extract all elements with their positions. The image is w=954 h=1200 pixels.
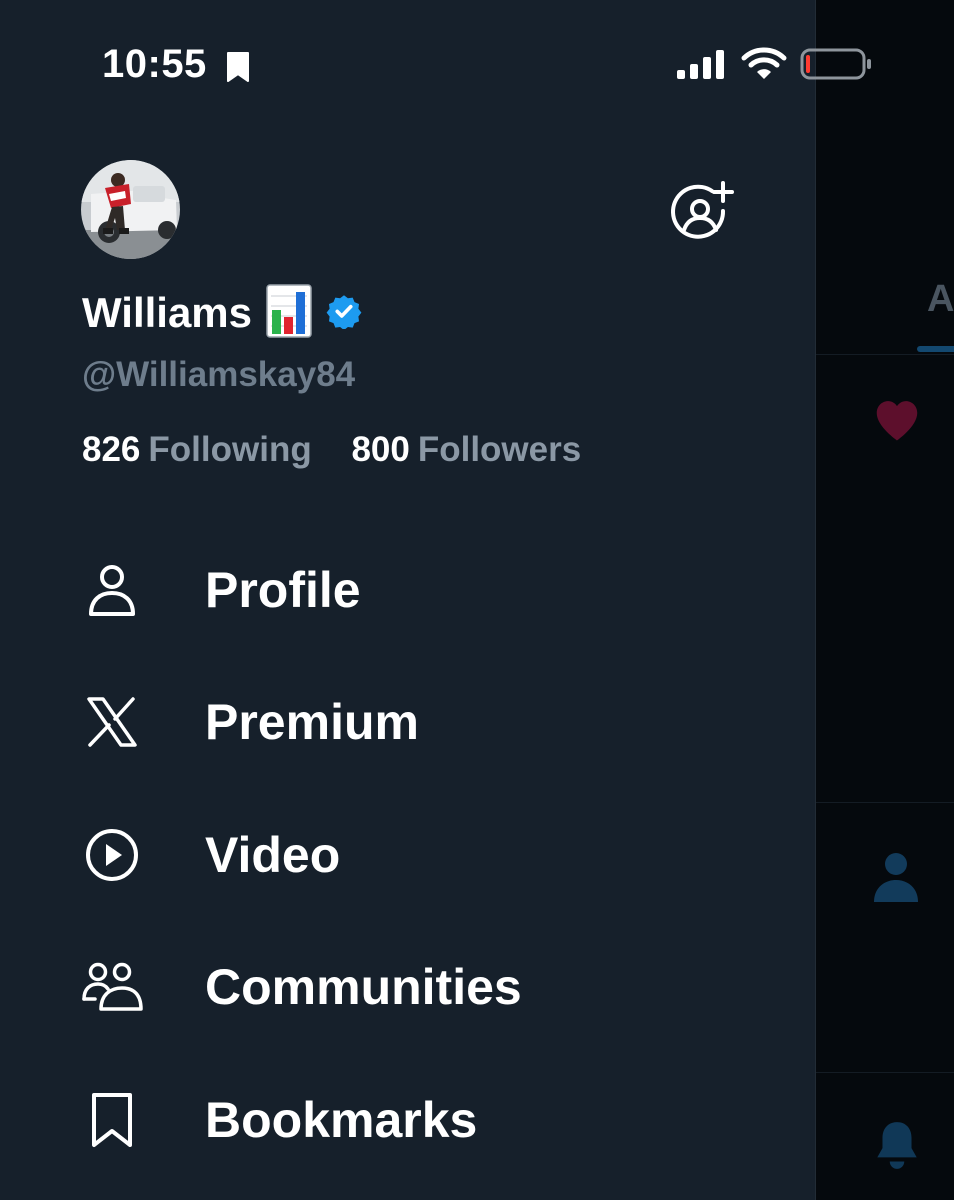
following-label: Following bbox=[148, 430, 312, 469]
add-account-icon bbox=[671, 181, 734, 239]
background-tab-indicator bbox=[917, 346, 954, 352]
followers-count: 800 bbox=[351, 430, 410, 469]
menu-item-communities[interactable]: Communities bbox=[80, 942, 780, 1032]
menu-item-label: Premium bbox=[205, 694, 419, 750]
display-name-row: Williams bbox=[82, 283, 362, 343]
menu-item-profile[interactable]: Profile bbox=[80, 545, 780, 635]
communities-icon bbox=[80, 957, 144, 1017]
menu-item-premium[interactable]: Premium bbox=[80, 677, 780, 767]
background-divider bbox=[816, 1072, 954, 1073]
background-tab-label: A bbox=[927, 278, 954, 320]
bell-icon bbox=[877, 1122, 917, 1169]
screen: A 10:55 Williams @Williamskay84 826 Foll… bbox=[0, 0, 954, 1200]
profile-photo bbox=[81, 160, 180, 259]
bookmark-icon bbox=[227, 52, 249, 82]
menu-item-label: Video bbox=[205, 827, 341, 883]
navigation-drawer: 10:55 Williams @Williamskay84 826 Follow… bbox=[0, 0, 871, 1200]
cellular-signal-icon bbox=[677, 50, 724, 79]
bookmark-icon bbox=[80, 1090, 144, 1150]
battery-low-icon bbox=[800, 48, 871, 80]
menu-item-label: Communities bbox=[205, 959, 522, 1015]
x-logo-icon bbox=[80, 692, 144, 752]
play-circle-icon bbox=[80, 825, 144, 885]
follow-stats: 826 Following 800 Followers bbox=[82, 430, 581, 470]
followers-link[interactable]: 800 Followers bbox=[351, 430, 581, 470]
menu-item-bookmarks[interactable]: Bookmarks bbox=[80, 1075, 780, 1165]
following-count: 826 bbox=[82, 430, 141, 469]
avatar[interactable] bbox=[81, 160, 180, 259]
status-time: 10:55 bbox=[102, 42, 207, 86]
display-name: Williams bbox=[82, 289, 253, 336]
username: @Williamskay84 bbox=[82, 355, 356, 394]
background-divider bbox=[816, 802, 954, 803]
menu-item-video[interactable]: Video bbox=[80, 810, 780, 900]
following-link[interactable]: 826 Following bbox=[82, 430, 312, 470]
followers-label: Followers bbox=[417, 430, 582, 469]
heart-icon bbox=[876, 401, 918, 441]
verified-badge-icon bbox=[326, 293, 362, 334]
bar-chart-emoji bbox=[266, 283, 312, 343]
person-icon bbox=[874, 853, 918, 902]
person-icon bbox=[80, 560, 144, 620]
add-account-button[interactable] bbox=[668, 180, 734, 242]
menu-item-label: Bookmarks bbox=[205, 1092, 478, 1148]
background-divider bbox=[816, 354, 954, 355]
wifi-icon bbox=[741, 47, 787, 79]
menu-item-label: Profile bbox=[205, 562, 361, 618]
